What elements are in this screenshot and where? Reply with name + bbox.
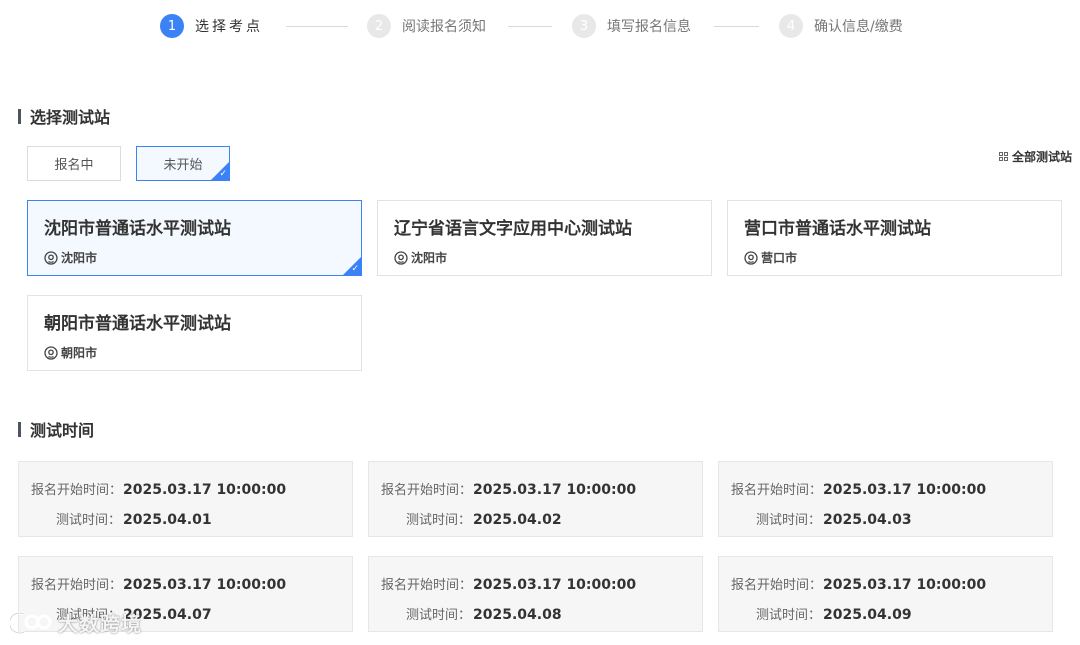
time-slot-card[interactable]: 报名开始时间： 2025.03.17 10:00:00 测试时间： 2025.0… <box>718 461 1053 537</box>
test-time-row: 测试时间： 2025.04.01 <box>31 509 212 528</box>
step-number: 4 <box>779 14 803 38</box>
reg-start-label: 报名开始时间： <box>31 578 123 593</box>
step-label: 确认信息/缴费 <box>814 19 903 35</box>
section-title: 测试时间 <box>30 421 95 440</box>
station-name: 辽宁省语言文字应用中心测试站 <box>394 219 632 239</box>
reg-start-value: 2025.03.17 10:00:00 <box>123 482 287 498</box>
filter-label: 报名中 <box>54 158 94 173</box>
station-location: 沈阳市 <box>394 249 447 266</box>
step-number: 1 <box>160 14 184 38</box>
step-connector <box>286 26 348 27</box>
station-city: 沈阳市 <box>411 251 448 265</box>
reg-start-label: 报名开始时间： <box>731 483 823 498</box>
progress-stepper: 1 选择考点 2 阅读报名须知 3 填写报名信息 4 确认信息/缴费 <box>0 12 1080 42</box>
reg-start-label: 报名开始时间： <box>381 483 473 498</box>
reg-start-label: 报名开始时间： <box>731 578 823 593</box>
step-select-center[interactable]: 1 选择考点 <box>160 14 263 38</box>
reg-start-row: 报名开始时间： 2025.03.17 10:00:00 <box>31 574 286 593</box>
test-date-value: 2025.04.01 <box>123 512 212 528</box>
filter-registering-button[interactable]: 报名中 <box>27 146 121 181</box>
location-pin-icon <box>44 345 58 360</box>
all-stations-link[interactable]: 全部测试站 <box>998 148 1072 165</box>
test-time-label: 测试时间： <box>755 608 821 623</box>
filter-not-started-button[interactable]: 未开始 ✓ <box>136 146 230 181</box>
heading-accent-bar <box>18 421 21 437</box>
station-city: 沈阳市 <box>61 251 98 265</box>
station-name: 朝阳市普通话水平测试站 <box>44 314 231 334</box>
section-heading-time: 测试时间 <box>18 419 95 440</box>
station-card[interactable]: 沈阳市普通话水平测试站 沈阳市 ✓ <box>27 200 362 276</box>
reg-start-row: 报名开始时间： 2025.03.17 10:00:00 <box>731 574 986 593</box>
reg-start-row: 报名开始时间： 2025.03.17 10:00:00 <box>381 479 636 498</box>
reg-start-value: 2025.03.17 10:00:00 <box>473 577 637 593</box>
test-time-row: 测试时间： 2025.04.08 <box>381 604 562 623</box>
section-title: 选择测试站 <box>30 108 111 127</box>
time-slot-card[interactable]: 报名开始时间： 2025.03.17 10:00:00 测试时间： 2025.0… <box>18 461 353 537</box>
test-time-row: 测试时间： 2025.04.09 <box>731 604 912 623</box>
station-name: 营口市普通话水平测试站 <box>744 219 931 239</box>
time-slot-card[interactable]: 报名开始时间： 2025.03.17 10:00:00 测试时间： 2025.0… <box>368 556 703 632</box>
test-date-value: 2025.04.08 <box>473 607 562 623</box>
location-pin-icon <box>44 250 58 265</box>
station-card[interactable]: 朝阳市普通话水平测试站 朝阳市 <box>27 295 362 371</box>
step-confirm-pay[interactable]: 4 确认信息/缴费 <box>779 14 903 38</box>
watermark-text: 大数跨境 <box>58 612 142 636</box>
station-card[interactable]: 营口市普通话水平测试站 营口市 <box>727 200 1062 276</box>
step-connector <box>508 26 552 27</box>
step-read-notice[interactable]: 2 阅读报名须知 <box>367 14 486 38</box>
all-stations-label: 全部测试站 <box>1011 150 1072 164</box>
step-label: 填写报名信息 <box>607 19 691 35</box>
location-pin-icon <box>744 250 758 265</box>
station-name: 沈阳市普通话水平测试站 <box>44 219 231 239</box>
reg-start-value: 2025.03.17 10:00:00 <box>823 577 987 593</box>
station-city: 朝阳市 <box>61 346 98 360</box>
test-time-label: 测试时间： <box>755 513 821 528</box>
step-number: 2 <box>367 14 391 38</box>
test-date-value: 2025.04.09 <box>823 607 912 623</box>
test-time-label: 测试时间： <box>405 608 471 623</box>
heading-accent-bar <box>18 108 21 124</box>
station-location: 朝阳市 <box>44 344 97 361</box>
watermark: 大数跨境 <box>10 608 142 637</box>
time-slot-card[interactable]: 报名开始时间： 2025.03.17 10:00:00 测试时间： 2025.0… <box>368 461 703 537</box>
test-time-label: 测试时间： <box>55 513 121 528</box>
reg-start-label: 报名开始时间： <box>381 578 473 593</box>
reg-start-value: 2025.03.17 10:00:00 <box>823 482 987 498</box>
test-date-value: 2025.04.02 <box>473 512 562 528</box>
step-connector <box>714 26 759 27</box>
reg-start-row: 报名开始时间： 2025.03.17 10:00:00 <box>31 479 286 498</box>
test-time-row: 测试时间： 2025.04.02 <box>381 509 562 528</box>
step-fill-info[interactable]: 3 填写报名信息 <box>572 14 691 38</box>
watermark-logo-icon <box>10 611 52 634</box>
reg-start-label: 报名开始时间： <box>31 483 123 498</box>
reg-start-row: 报名开始时间： 2025.03.17 10:00:00 <box>731 479 986 498</box>
test-time-row: 测试时间： 2025.04.03 <box>731 509 912 528</box>
grid-icon <box>998 152 1008 161</box>
test-time-label: 测试时间： <box>405 513 471 528</box>
test-date-value: 2025.04.03 <box>823 512 912 528</box>
reg-start-value: 2025.03.17 10:00:00 <box>473 482 637 498</box>
step-number: 3 <box>572 14 596 38</box>
time-slot-card[interactable]: 报名开始时间： 2025.03.17 10:00:00 测试时间： 2025.0… <box>718 556 1053 632</box>
filter-label: 未开始 <box>163 158 203 173</box>
reg-start-row: 报名开始时间： 2025.03.17 10:00:00 <box>381 574 636 593</box>
checkmark-icon: ✓ <box>351 264 359 274</box>
station-city: 营口市 <box>761 251 798 265</box>
step-label: 选择考点 <box>195 19 263 35</box>
checkmark-icon: ✓ <box>219 169 227 179</box>
section-heading-stations: 选择测试站 <box>18 106 111 127</box>
station-location: 营口市 <box>744 249 797 266</box>
station-location: 沈阳市 <box>44 249 97 266</box>
reg-start-value: 2025.03.17 10:00:00 <box>123 577 287 593</box>
location-pin-icon <box>394 250 408 265</box>
step-label: 阅读报名须知 <box>402 19 486 35</box>
station-card[interactable]: 辽宁省语言文字应用中心测试站 沈阳市 <box>377 200 712 276</box>
